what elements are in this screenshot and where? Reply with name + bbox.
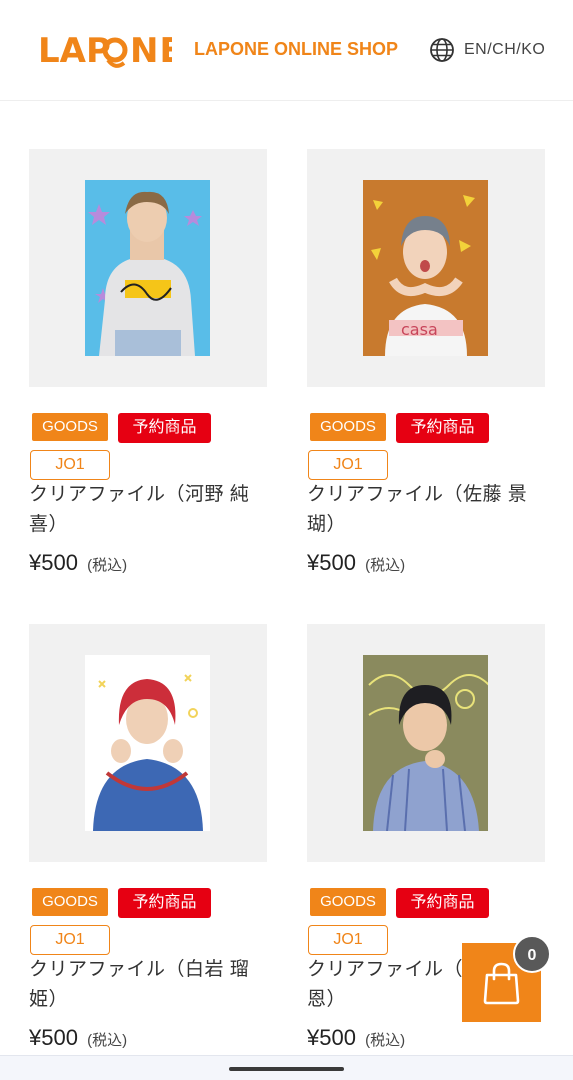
lapone-logo[interactable]: LAP NE [38,28,183,72]
globe-icon [430,38,454,62]
svg-text:LAP: LAP [38,31,111,71]
language-label: EN/CH/KO [464,41,546,58]
product-photo [85,180,210,356]
site-header: LAP NE LAPONE ONLINE SHOP EN/CH/KO [0,0,573,101]
logo-wordmark-icon: LAP NE [38,31,183,71]
product-photo: casa [363,180,488,356]
category-tag: GOODS [32,888,108,916]
preorder-tag: 予約商品 [118,888,211,918]
product-price: ¥500 (税込) [307,550,405,576]
product-price: ¥500 (税込) [29,550,127,576]
shopping-bag-icon [483,962,520,1005]
price-value: ¥500 [29,550,78,575]
preorder-tag: 予約商品 [396,888,489,918]
price-value: ¥500 [307,550,356,575]
shop-title[interactable]: LAPONE ONLINE SHOP [194,37,398,61]
tax-label: (税込) [365,1032,406,1049]
price-value: ¥500 [307,1025,356,1050]
product-name[interactable]: クリアファイル（佐藤 景瑚） [307,480,545,540]
product-image[interactable]: casa [307,149,545,387]
category-tag: GOODS [310,888,386,916]
product-image[interactable] [307,624,545,862]
svg-text:casa: casa [401,320,438,339]
product-name[interactable]: クリアファイル（白岩 瑠姫） [29,955,267,1015]
product-photo [85,655,210,831]
artist-tag[interactable]: JO1 [308,925,388,955]
product-name[interactable]: クリアファイル（河野 純喜） [29,480,267,540]
artist-tag[interactable]: JO1 [30,925,110,955]
product-name-line2: 恩） [307,989,347,1010]
category-tag: GOODS [310,413,386,441]
tax-label: (税込) [365,557,406,574]
price-value: ¥500 [29,1025,78,1050]
product-photo [363,655,488,831]
system-navigation-bar [0,1055,573,1080]
artist-tag[interactable]: JO1 [30,450,110,480]
product-image[interactable] [29,149,267,387]
svg-text:NE: NE [130,31,172,71]
home-gesture-handle[interactable] [229,1067,344,1071]
category-tag: GOODS [32,413,108,441]
product-image[interactable] [29,624,267,862]
tax-label: (税込) [87,557,128,574]
cart-count-badge: 0 [513,935,551,973]
product-name-line1: クリアファイル（ [307,959,464,980]
language-switcher[interactable]: EN/CH/KO [429,36,545,64]
artist-tag[interactable]: JO1 [308,450,388,480]
product-price: ¥500 (税込) [29,1025,127,1051]
preorder-tag: 予約商品 [396,413,489,443]
product-price: ¥500 (税込) [307,1025,405,1051]
preorder-tag: 予約商品 [118,413,211,443]
tax-label: (税込) [87,1032,128,1049]
